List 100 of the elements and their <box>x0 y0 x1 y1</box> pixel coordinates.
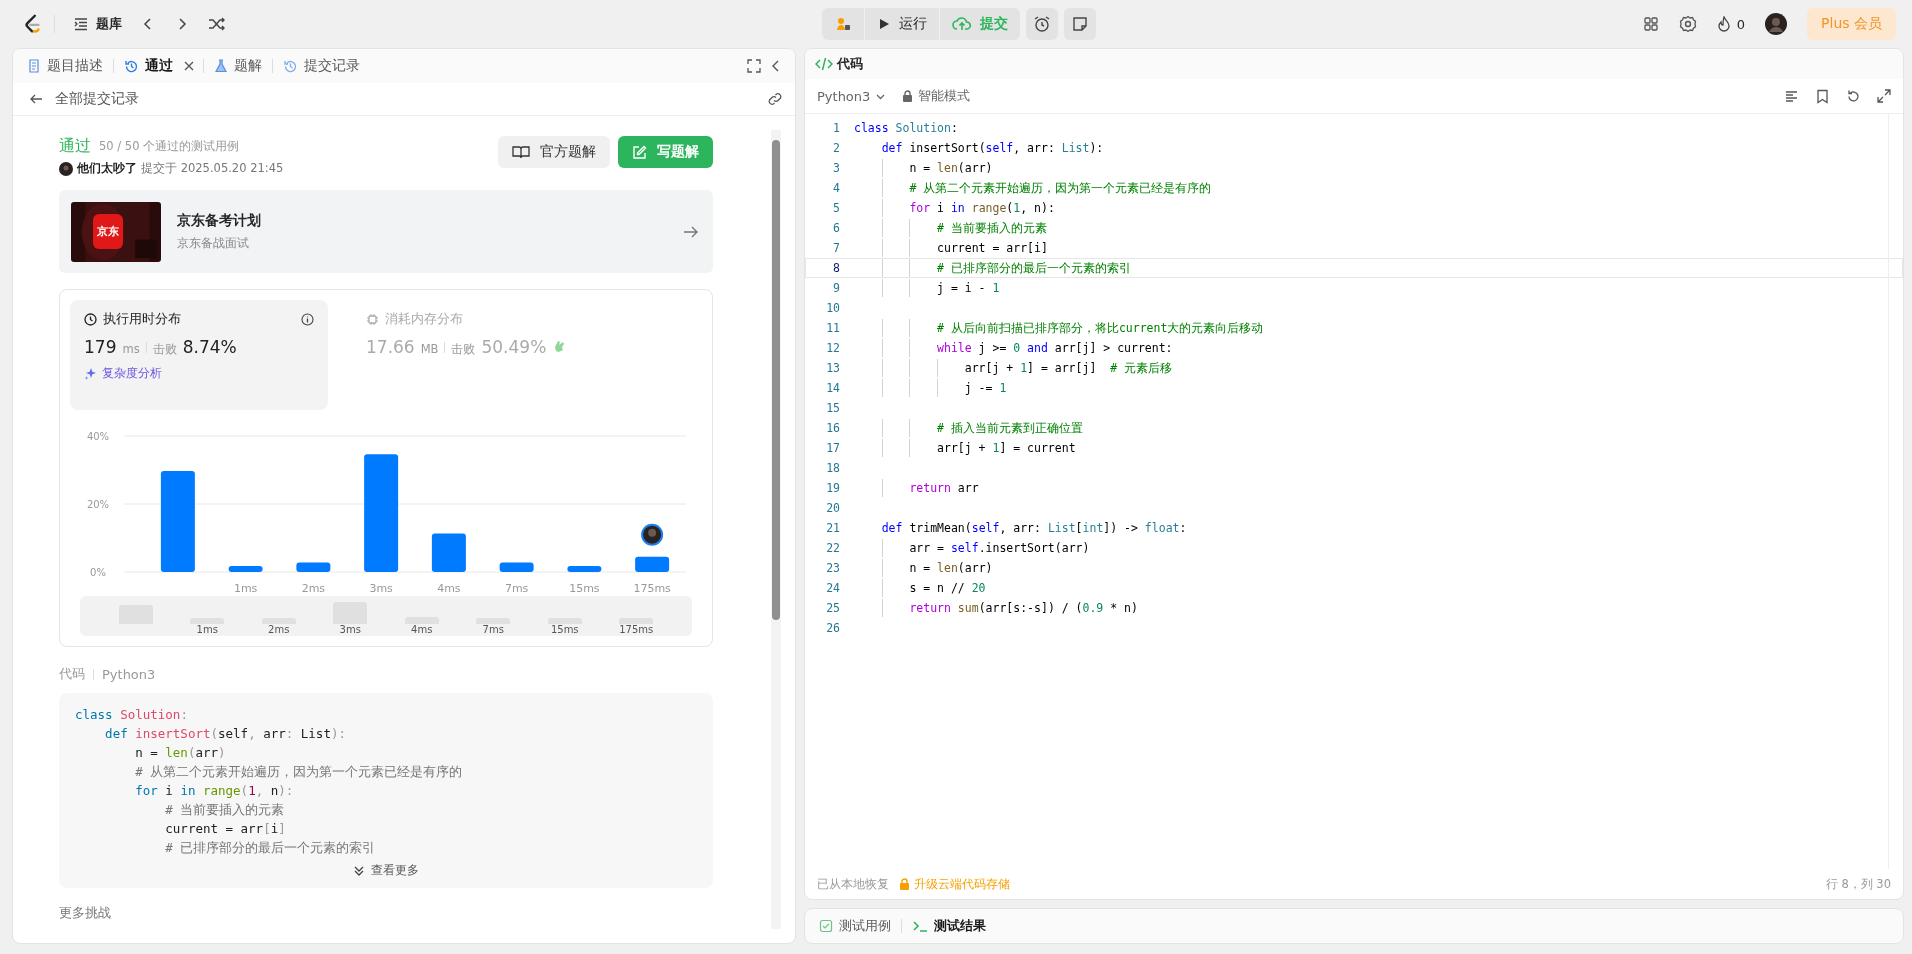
line-number: 12 <box>825 341 841 355</box>
line-number: 26 <box>825 621 841 635</box>
stat-value: 17.66 <box>366 337 415 357</box>
axis-category-label: 3ms <box>369 582 393 595</box>
avatar-icon[interactable] <box>59 161 73 176</box>
bookmark-icon[interactable] <box>1815 88 1830 104</box>
smart-mode-button[interactable]: 智能模式 <box>902 87 971 105</box>
beat-percent: 50.49% <box>481 337 547 357</box>
history-icon <box>283 58 298 74</box>
line-number: 23 <box>825 561 841 575</box>
code-line: while j >= 0 and arr[j] > current: <box>854 339 1173 357</box>
shuffle-icon[interactable] <box>208 16 226 32</box>
navigator-label: 15ms <box>550 624 579 636</box>
info-icon[interactable] <box>301 313 314 326</box>
axis-category-label: 4ms <box>437 582 461 595</box>
line-number: 25 <box>825 601 841 615</box>
expand-icon[interactable] <box>1877 89 1891 103</box>
code-line: for i in range(1, n): <box>854 199 1055 217</box>
axis-category-label: 175ms <box>633 582 671 595</box>
panel-tab[interactable]: 提交记录 <box>281 53 362 79</box>
scrollbar[interactable] <box>771 130 781 929</box>
fullscreen-icon[interactable] <box>747 59 761 73</box>
chart-bar[interactable] <box>160 471 195 572</box>
code-line: def insertSort(self, arr: List): <box>880 140 1104 157</box>
panel-tab[interactable]: 测试结果 <box>910 913 988 939</box>
promo-card[interactable]: 京东 京东备考计划 京东备战面试 <box>59 190 713 273</box>
line-number: 15 <box>825 401 841 415</box>
note-button[interactable] <box>1064 8 1096 40</box>
axis-category-label: 7ms <box>504 582 529 595</box>
streak-button[interactable]: 0 <box>1716 16 1746 32</box>
line-number: 2 <box>832 141 841 155</box>
close-icon[interactable] <box>183 60 195 72</box>
avatar-icon[interactable] <box>1765 13 1788 35</box>
line-number: 21 <box>825 521 841 535</box>
alarm-button[interactable] <box>1026 8 1058 40</box>
chart-bar[interactable] <box>228 565 263 572</box>
clap-icon <box>552 339 567 353</box>
navigator-label: 4ms <box>411 624 433 636</box>
official-solution-button[interactable]: 官方题解 <box>498 136 610 168</box>
range-navigator[interactable]: 1ms 2ms 3ms 4ms 7ms 15ms 175ms <box>80 596 692 636</box>
chart-bar[interactable] <box>499 562 534 572</box>
logo-text: 京东 <box>93 213 123 249</box>
problem-list-button[interactable]: 题库 <box>73 15 122 33</box>
code-line: s = n // 20 <box>854 579 986 597</box>
line-number: 9 <box>832 281 841 295</box>
panel-tab[interactable]: 题解 <box>212 53 264 79</box>
code-line: return arr <box>854 479 979 497</box>
chart-bar[interactable] <box>296 562 331 572</box>
chart-bar[interactable] <box>364 454 399 572</box>
code-line: arr = self.insertSort(arr) <box>854 539 1090 557</box>
code-line: # 已排序部分的最后一个元素的索引 <box>854 259 1131 277</box>
line-number: 11 <box>825 321 841 335</box>
beat-label: 击败 <box>451 342 476 357</box>
back-link[interactable]: 全部提交记录 <box>29 90 139 108</box>
line-number: 14 <box>825 381 841 395</box>
navigator-label: 7ms <box>482 624 504 636</box>
complexity-analysis-link[interactable]: 复杂度分析 <box>84 366 314 381</box>
show-more-button[interactable]: 查看更多 <box>353 861 419 880</box>
cloud-upload-icon <box>952 16 972 32</box>
language-dropdown[interactable]: Python3 <box>817 88 887 104</box>
run-button[interactable]: 运行 <box>865 8 939 40</box>
code-line: # 当前要插入的元素 <box>854 219 1047 237</box>
line-number: 22 <box>825 541 841 555</box>
promo-subtitle: 京东备战面试 <box>177 236 250 251</box>
code-line: # 从第二个元素开始遍历，因为第一个元素已经是有序的 <box>854 179 1212 197</box>
chart-bar[interactable] <box>635 556 670 572</box>
cursor-position: 行 8，列 30 <box>1825 876 1891 892</box>
link-icon[interactable] <box>767 91 783 107</box>
panel-tab[interactable]: 题目描述 <box>25 53 105 79</box>
arrow-right-icon <box>683 224 699 239</box>
settings-icon[interactable] <box>1678 15 1697 33</box>
line-number: 17 <box>825 441 841 455</box>
reset-icon[interactable] <box>1846 88 1861 104</box>
chart-bar[interactable] <box>431 533 466 572</box>
code-line: class Solution: <box>75 706 188 724</box>
axis-tick-label: 40% <box>86 431 110 442</box>
terminal-icon <box>912 919 928 933</box>
panel-tab[interactable]: 通过 <box>122 53 175 79</box>
line-number: 7 <box>832 241 841 255</box>
line-number: 10 <box>825 301 841 315</box>
username[interactable]: 他们太吵了 <box>77 161 137 176</box>
code-line: # 从后向前扫描已排序部分，将比current大的元素向后移动 <box>854 319 1264 337</box>
stat-unit: MB <box>420 342 439 356</box>
line-number: 19 <box>825 481 841 495</box>
test-cases-text: 50 / 50 个通过的测试用例 <box>99 139 240 154</box>
stat-tab[interactable]: 执行用时分布 179 ms 击败 8.74% 复杂度分析 <box>70 300 328 410</box>
promo-title: 京东备考计划 <box>177 212 261 230</box>
status-text: 通过 <box>59 136 91 157</box>
code-line: j = i - 1 <box>854 279 1000 297</box>
line-number: 13 <box>825 361 841 375</box>
layout-icon[interactable] <box>1642 16 1659 32</box>
format-icon[interactable] <box>1784 88 1799 104</box>
panel-tab[interactable]: 测试用例 <box>817 913 893 939</box>
chart-bar[interactable] <box>567 565 602 572</box>
code-line: current = arr[i] <box>164 820 286 838</box>
person-icon <box>834 15 852 33</box>
beat-percent: 8.74% <box>182 337 237 357</box>
stat-title: 消耗内存分布 <box>385 311 463 328</box>
flame-icon <box>1716 16 1731 32</box>
navigator-label: 1ms <box>196 624 218 636</box>
